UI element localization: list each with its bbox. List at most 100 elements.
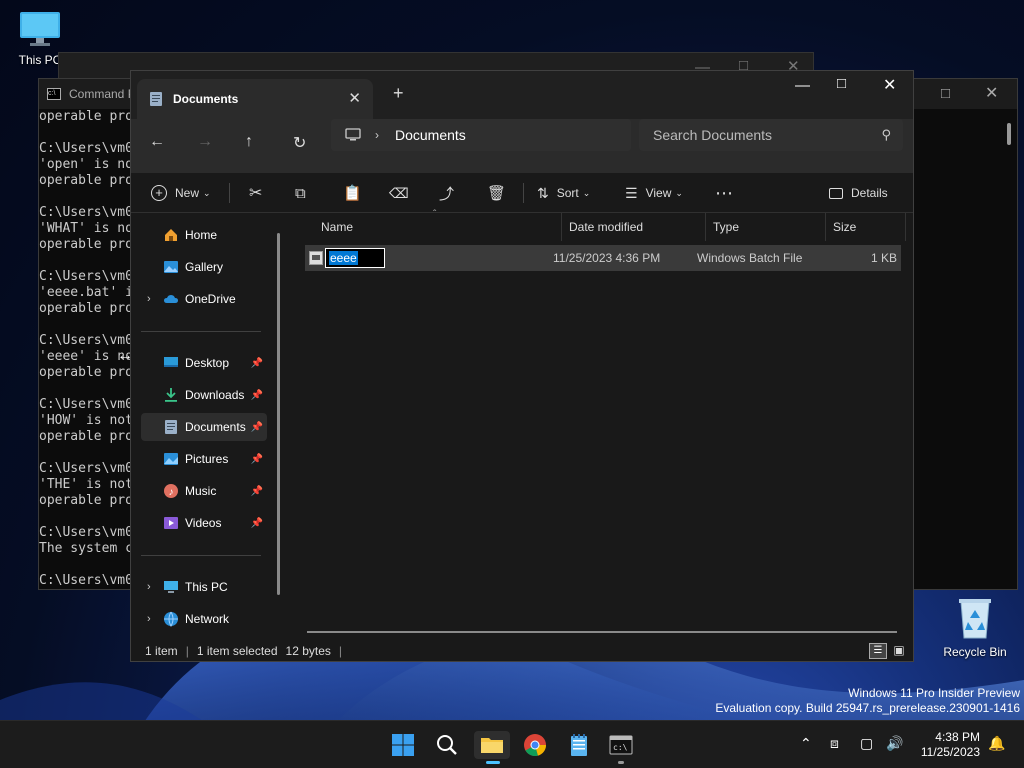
sidebar-item-gallery[interactable]: Gallery — [141, 253, 267, 281]
file-explorer-window[interactable]: Documents ✕ + — □ ✕ ← → ↑ ↻ › Documents … — [130, 70, 914, 662]
view-button[interactable]: ☰ View ⌄ — [625, 173, 683, 213]
sidebar-label: Music — [185, 484, 217, 498]
pin-icon[interactable]: 📌 — [251, 454, 263, 465]
sidebar-item-desktop[interactable]: Desktop 📌 — [141, 349, 267, 377]
pin-icon[interactable]: 📌 — [251, 422, 263, 433]
sidebar-item-onedrive[interactable]: › OneDrive — [141, 285, 267, 313]
column-header-date[interactable]: Date modified — [569, 213, 643, 241]
cmd-scrollbar[interactable] — [1007, 123, 1011, 145]
close-icon[interactable]: ✕ — [883, 75, 896, 95]
delete-icon[interactable]: 🗑 — [487, 173, 506, 213]
share-icon[interactable]: ⤴ — [439, 173, 454, 213]
details-view-icon[interactable]: ☰ — [869, 643, 887, 659]
sidebar-item-videos[interactable]: Videos 📌 — [141, 509, 267, 537]
tab-documents[interactable]: Documents ✕ — [137, 79, 373, 119]
column-header-size[interactable]: Size — [833, 213, 856, 241]
column-divider[interactable] — [705, 213, 706, 241]
start-button[interactable] — [388, 731, 418, 759]
toolbar-divider — [523, 183, 524, 203]
volume-icon[interactable]: 🔊 — [886, 735, 903, 752]
sort-button[interactable]: ⇅ Sort ⌄ — [537, 173, 590, 213]
sort-indicator-icon: ˆ — [433, 209, 437, 220]
sidebar-item-documents[interactable]: Documents 📌 — [141, 413, 267, 441]
command-bar: + New ⌄ ✂ ⧉ 📋 ⌫ ⤴ 🗑 ⇅ Sort ⌄ ☰ View ⌄ ⋯ … — [131, 173, 913, 213]
column-divider[interactable] — [561, 213, 562, 241]
horizontal-scrollbar[interactable] — [307, 631, 897, 633]
new-tab-button[interactable]: + — [393, 83, 404, 104]
sidebar-item-this-pc[interactable]: › This PC — [141, 573, 267, 601]
status-item-count: 1 item — [145, 644, 178, 658]
display-icon[interactable]: ▢ — [860, 735, 873, 752]
taskbar-file-explorer[interactable] — [474, 731, 510, 764]
sidebar-item-network[interactable]: › Network — [141, 605, 267, 633]
windows-logo-icon — [392, 734, 414, 756]
pin-icon[interactable]: 📌 — [251, 358, 263, 369]
details-button[interactable]: Details — [829, 173, 888, 213]
network-disconnected-icon[interactable]: ⧈ — [830, 735, 839, 752]
paste-icon[interactable]: 📋 — [343, 173, 362, 213]
close-icon[interactable]: ✕ — [985, 83, 998, 103]
onedrive-icon — [163, 291, 179, 307]
maximize-icon[interactable]: □ — [941, 85, 950, 102]
taskbar-notepad[interactable] — [564, 731, 594, 759]
new-button[interactable]: + New ⌄ — [151, 173, 211, 213]
cut-icon[interactable]: ✂ — [249, 173, 262, 213]
chevron-right-icon[interactable]: › — [147, 613, 151, 625]
svg-text:♪: ♪ — [169, 487, 174, 498]
navigation-pane: Home Gallery › OneDrive Desktop 📌 Downlo… — [131, 213, 281, 635]
sort-icon: ⇅ — [537, 184, 549, 201]
rename-input[interactable]: eeee — [325, 248, 385, 268]
pin-icon[interactable]: 📌 — [251, 518, 263, 529]
refresh-icon[interactable]: ↻ — [293, 133, 306, 153]
breadcrumb-documents[interactable]: Documents — [395, 127, 466, 143]
sidebar-item-pictures[interactable]: Pictures 📌 — [141, 445, 267, 473]
column-divider[interactable] — [905, 213, 906, 241]
back-arrow-icon[interactable]: ← — [149, 133, 165, 151]
close-tab-icon[interactable]: ✕ — [348, 89, 361, 107]
maximize-icon[interactable]: □ — [837, 75, 846, 92]
show-hidden-icons-chevron[interactable]: ⌃ — [800, 735, 812, 752]
evaluation-watermark: Windows 11 Pro Insider Preview Evaluatio… — [715, 686, 1020, 716]
status-selected: 1 item selected — [196, 644, 278, 658]
system-clock[interactable]: 4:38 PM 11/25/2023 — [921, 730, 980, 760]
chevron-right-icon[interactable]: › — [147, 293, 151, 305]
sidebar-item-home[interactable]: Home — [141, 221, 267, 249]
minimize-icon[interactable]: — — [795, 77, 810, 94]
chevron-right-icon[interactable]: › — [147, 581, 151, 593]
cmd-line: operable pro — [39, 429, 133, 444]
rename-icon[interactable]: ⌫ — [389, 173, 409, 213]
sidebar-scrollbar[interactable] — [277, 233, 280, 595]
column-header-name[interactable]: Name — [321, 213, 353, 241]
sidebar-item-music[interactable]: ♪ Music 📌 — [141, 477, 267, 505]
status-divider: | — [185, 644, 189, 658]
up-arrow-icon[interactable]: ↑ — [245, 133, 253, 151]
cmd-line: C:\Users\vm0 — [39, 269, 133, 284]
home-icon — [163, 227, 179, 243]
more-options-icon[interactable]: ⋯ — [715, 173, 733, 213]
cmd-line: operable pro — [39, 109, 133, 124]
taskbar-chrome[interactable] — [520, 731, 550, 759]
gallery-icon — [163, 259, 179, 275]
copy-icon[interactable]: ⧉ — [295, 173, 306, 213]
active-indicator — [486, 761, 500, 764]
large-icons-view-icon[interactable]: ▣ — [891, 643, 907, 659]
cmd-line: 'THE' is not — [39, 477, 133, 492]
file-list: Name ˆ Date modified Type Size eeee 11/2… — [289, 209, 915, 633]
notification-bell-icon[interactable]: 🔔 — [988, 735, 1005, 752]
tab-title: Documents — [173, 92, 239, 106]
file-row[interactable]: eeee 11/25/2023 4:36 PM Windows Batch Fi… — [305, 245, 901, 271]
column-divider[interactable] — [825, 213, 826, 241]
pin-icon[interactable]: 📌 — [251, 390, 263, 401]
sidebar-item-downloads[interactable]: Downloads 📌 — [141, 381, 267, 409]
forward-arrow-icon[interactable]: → — [197, 133, 213, 151]
pin-icon[interactable]: 📌 — [251, 486, 263, 497]
search-box[interactable]: Search Documents ⚲ — [639, 119, 903, 151]
search-input[interactable]: Search Documents — [653, 127, 772, 143]
desktop-icon-recycle-bin[interactable]: Recycle Bin — [935, 596, 1015, 659]
taskbar-command-prompt[interactable]: c:\ — [606, 731, 636, 764]
column-header-type[interactable]: Type — [713, 213, 739, 241]
search-button[interactable] — [432, 731, 462, 759]
cmd-line — [39, 381, 133, 397]
cmd-line — [39, 557, 133, 573]
address-bar-box[interactable]: › Documents — [331, 119, 631, 151]
